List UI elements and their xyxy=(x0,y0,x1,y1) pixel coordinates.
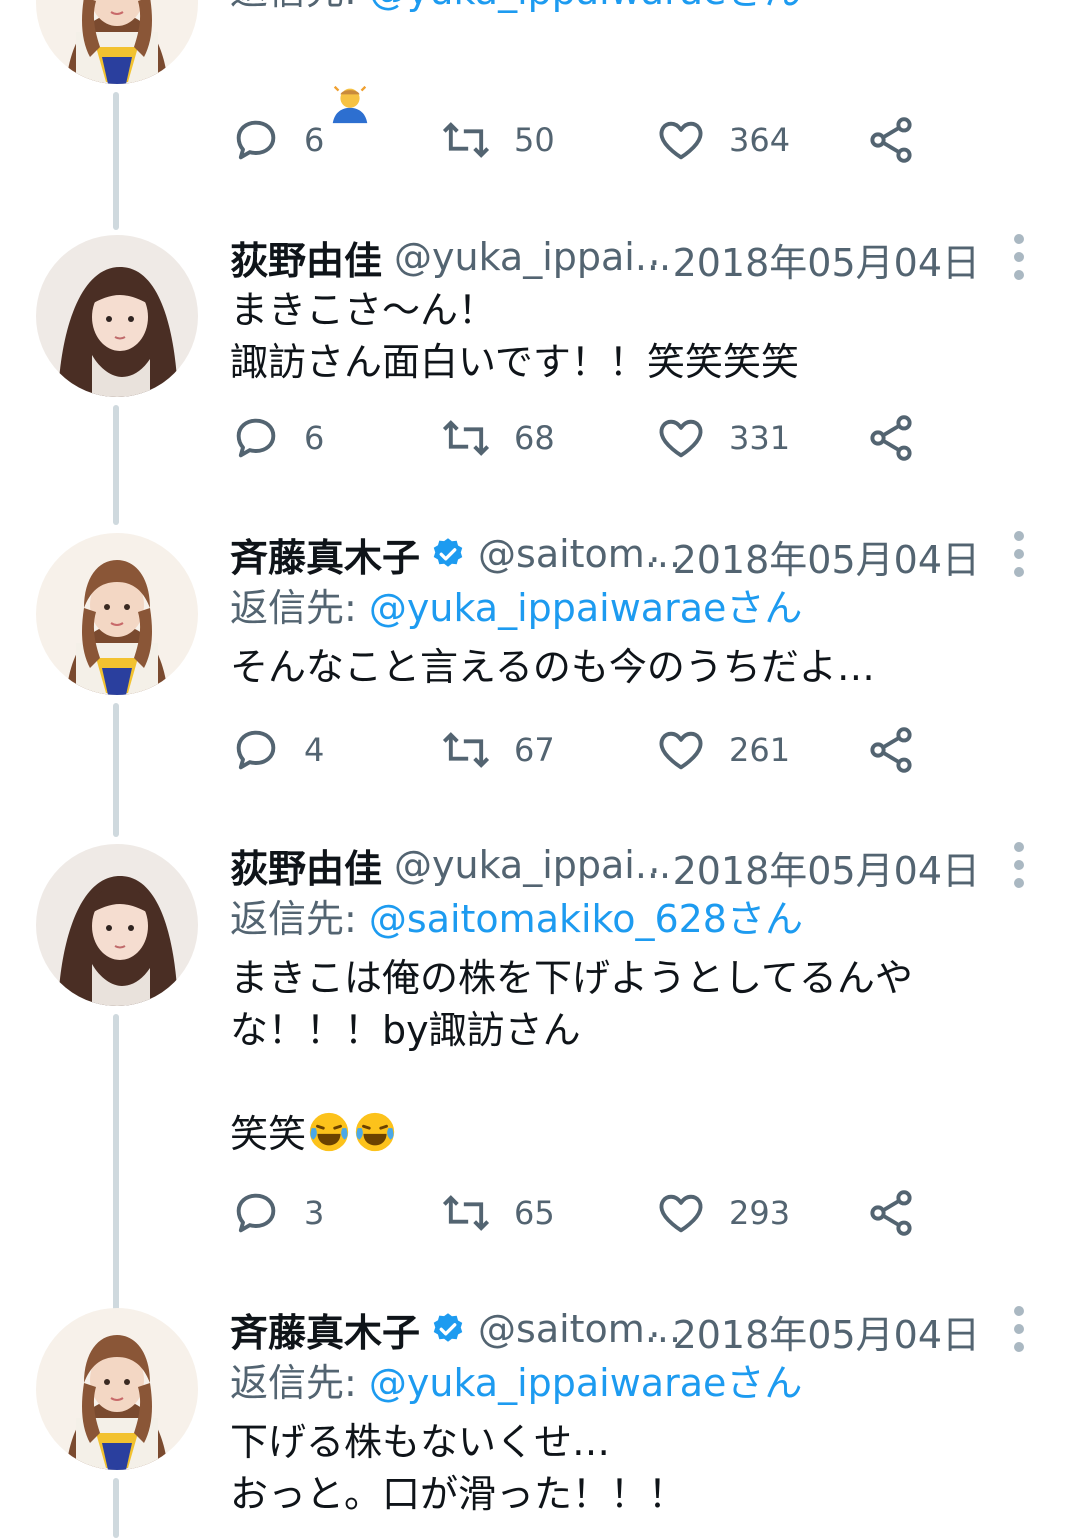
avatar-saito[interactable] xyxy=(36,1308,198,1470)
reply-count: 6 xyxy=(304,121,325,159)
like-icon xyxy=(655,412,707,464)
share-icon xyxy=(865,724,917,776)
retweet-icon xyxy=(440,724,492,776)
reply-count: 6 xyxy=(304,419,325,457)
more-options-button[interactable] xyxy=(1014,531,1026,577)
reply-to: 返信先: @yuka_ippaiwaraeさん xyxy=(230,1356,1020,1410)
tweet-actions: 6 68 331 xyxy=(230,408,950,468)
more-options-button[interactable] xyxy=(1014,842,1026,888)
retweet-count: 68 xyxy=(514,419,555,457)
reply-button[interactable]: 6 xyxy=(230,110,324,170)
avatar-ogino[interactable] xyxy=(36,235,198,397)
retweet-count: 67 xyxy=(514,731,555,769)
like-count: 331 xyxy=(729,419,791,457)
reply-to: 返信先: @yuka_ippaiwaraeさん xyxy=(230,581,1020,635)
reply-icon xyxy=(230,412,282,464)
share-icon xyxy=(865,1187,917,1239)
more-options-button[interactable] xyxy=(1014,234,1026,280)
tweet-text: 下げる株もないくせ… おっと。口が滑った！！！ xyxy=(230,1420,687,1516)
retweet-button[interactable]: 65 xyxy=(440,1183,555,1243)
thread-line xyxy=(113,1014,119,1314)
like-count: 293 xyxy=(729,1194,791,1232)
more-icon xyxy=(1014,1306,1024,1316)
tweet-thread: 返信先: @yuka_ippaiwaraeさん 6 50 364 xyxy=(0,0,1080,1538)
verified-badge-icon xyxy=(430,1311,466,1347)
tweet-timestamp[interactable]: · 2018年05月04日 xyxy=(648,1304,980,1359)
reply-to-prefix: 返信先: xyxy=(230,0,369,13)
thread-line xyxy=(113,405,119,525)
face-with-tears-of-joy-emoji xyxy=(352,1109,398,1155)
share-button[interactable] xyxy=(865,1183,917,1243)
display-name[interactable]: 斉藤真木子 xyxy=(230,1302,420,1357)
reply-button[interactable]: 3 xyxy=(230,1183,324,1243)
thread-line xyxy=(113,92,119,230)
retweet-icon xyxy=(440,114,492,166)
reply-to-prefix: 返信先: xyxy=(230,897,369,941)
reply-button[interactable]: 4 xyxy=(230,720,324,780)
retweet-icon xyxy=(440,412,492,464)
share-icon xyxy=(865,412,917,464)
like-button[interactable]: 261 xyxy=(655,720,790,780)
user-handle[interactable]: @yuka_ippai... xyxy=(394,843,671,887)
share-button[interactable] xyxy=(865,408,917,468)
share-button[interactable] xyxy=(865,720,917,780)
reply-count: 3 xyxy=(304,1194,325,1232)
reply-icon xyxy=(230,114,282,166)
reply-button[interactable]: 6 xyxy=(230,408,324,468)
retweet-button[interactable]: 68 xyxy=(440,408,555,468)
verified-badge-icon xyxy=(430,536,466,572)
retweet-count: 65 xyxy=(514,1194,555,1232)
like-button[interactable]: 364 xyxy=(655,110,790,170)
tweet-timestamp[interactable]: · 2018年05月04日 xyxy=(648,840,980,895)
reply-mention-link[interactable]: @saitomakiko_628さん xyxy=(369,897,803,941)
reply-to-prefix: 返信先: xyxy=(230,586,369,630)
reply-to: 返信先: @yuka_ippaiwaraeさん xyxy=(230,0,1020,18)
thread-line xyxy=(113,703,119,837)
tweet-text: そんなこと言えるのも今のうちだよ… xyxy=(230,645,875,689)
face-with-tears-of-joy-emoji xyxy=(306,1109,352,1155)
reply-icon xyxy=(230,724,282,776)
tweet-text: まきこさ〜ん！ 諏訪さん面白いです！！笑笑笑笑 xyxy=(230,288,799,384)
like-icon xyxy=(655,724,707,776)
like-button[interactable]: 331 xyxy=(655,408,790,468)
display-name[interactable]: 荻野由佳 xyxy=(230,230,382,285)
like-count: 364 xyxy=(729,121,791,159)
tweet-timestamp[interactable]: · 2018年05月04日 xyxy=(648,529,980,584)
retweet-icon xyxy=(440,1187,492,1239)
tweet-actions: 4 67 261 xyxy=(230,720,950,780)
retweet-count: 50 xyxy=(514,121,555,159)
more-icon xyxy=(1014,234,1024,244)
like-icon xyxy=(655,1187,707,1239)
reply-to: 返信先: @saitomakiko_628さん xyxy=(230,892,1020,946)
avatar-ogino[interactable] xyxy=(36,844,198,1006)
tweet-timestamp[interactable]: · 2018年05月04日 xyxy=(648,232,980,287)
share-button[interactable] xyxy=(865,110,917,170)
thread-line xyxy=(113,1478,119,1538)
display-name[interactable]: 荻野由佳 xyxy=(230,838,382,893)
reply-count: 4 xyxy=(304,731,325,769)
tweet-actions: 6 50 364 xyxy=(230,110,950,170)
reply-mention-link[interactable]: @yuka_ippaiwaraeさん xyxy=(369,1361,803,1405)
reply-to-prefix: 返信先: xyxy=(230,1361,369,1405)
reply-mention-link[interactable]: @yuka_ippaiwaraeさん xyxy=(369,0,803,13)
user-handle[interactable]: @yuka_ippai... xyxy=(394,235,671,279)
display-name[interactable]: 斉藤真木子 xyxy=(230,527,420,582)
more-options-button[interactable] xyxy=(1014,1306,1026,1352)
like-count: 261 xyxy=(729,731,791,769)
retweet-button[interactable]: 50 xyxy=(440,110,555,170)
like-icon xyxy=(655,114,707,166)
like-button[interactable]: 293 xyxy=(655,1183,790,1243)
tweet-actions: 3 65 293 xyxy=(230,1183,950,1243)
more-icon xyxy=(1014,842,1024,852)
reply-mention-link[interactable]: @yuka_ippaiwaraeさん xyxy=(369,586,803,630)
reply-icon xyxy=(230,1187,282,1239)
tweet-text: まきこは俺の株を下げようとしてるんや な！！！by諏訪さん 笑笑 xyxy=(230,952,1020,1160)
retweet-button[interactable]: 67 xyxy=(440,720,555,780)
avatar-saito[interactable] xyxy=(36,0,198,84)
share-icon xyxy=(865,114,917,166)
more-icon xyxy=(1014,531,1024,541)
avatar-saito[interactable] xyxy=(36,533,198,695)
